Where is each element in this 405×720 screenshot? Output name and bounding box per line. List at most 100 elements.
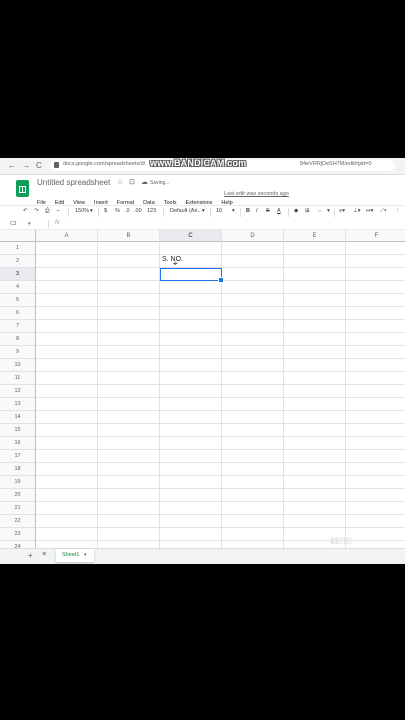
text-rotation-icon[interactable]: ⟋▾: [380, 208, 387, 215]
row-header-3[interactable]: 3: [0, 268, 36, 281]
zoom-select[interactable]: 150%: [75, 208, 89, 214]
column-gridline: [159, 242, 160, 548]
row-header-4[interactable]: 4: [0, 281, 36, 294]
row-header-13[interactable]: 13: [0, 398, 36, 411]
back-icon[interactable]: ←: [8, 160, 16, 171]
url-text: docs.google.com/spreadsheets/d/: [63, 161, 146, 167]
text-wrapping-icon[interactable]: ↦▾: [366, 208, 373, 214]
url-text-tail: 84eVRRjDeSH7M/edit#gid=0: [300, 161, 372, 167]
row-header-17[interactable]: 17: [0, 450, 36, 463]
bandicam-watermark: www.BANDICAM.com: [150, 158, 247, 168]
row-header-11[interactable]: 11: [0, 372, 36, 385]
merge-chevron-down-icon[interactable]: ▾: [327, 208, 330, 214]
toolbar-divider: [98, 208, 99, 217]
sheet-tab-chevron-down-icon[interactable]: ▾: [84, 552, 87, 558]
merge-cells-icon[interactable]: ⇔: [317, 208, 323, 214]
sheets-header: Untitled spreadsheet ☆ ⊡ ☁ Saving... Fil…: [0, 175, 405, 206]
increase-decimal-button[interactable]: .00: [134, 208, 142, 214]
row-header-14[interactable]: 14: [0, 411, 36, 424]
active-cell-selection[interactable]: [160, 268, 224, 283]
sheet-tab[interactable]: Sheet1 ▾: [56, 549, 94, 562]
browser-address-bar: ← → C docs.google.com/spreadsheets/d/ 84…: [0, 158, 405, 175]
column-header-c[interactable]: C: [160, 230, 222, 242]
row-header-22[interactable]: 22: [0, 515, 36, 528]
paint-format-icon[interactable]: ⌐: [57, 208, 60, 214]
row-header-20[interactable]: 20: [0, 489, 36, 502]
row-header-24[interactable]: 24: [0, 541, 36, 548]
toolbar-divider: [240, 208, 241, 217]
toolbar-divider: [288, 208, 289, 217]
document-title[interactable]: Untitled spreadsheet: [37, 178, 110, 187]
borders-icon[interactable]: ⊞: [305, 208, 310, 214]
fill-handle[interactable]: [218, 277, 224, 283]
row-header-15[interactable]: 15: [0, 424, 36, 437]
decrease-decimal-button[interactable]: .0: [125, 208, 130, 214]
horizontal-align-icon[interactable]: ≡▾: [339, 208, 345, 214]
row-header-12[interactable]: 12: [0, 385, 36, 398]
toolbar-divider: [68, 208, 69, 217]
font-size-chevron-down-icon[interactable]: ▾: [232, 208, 235, 214]
sheets-logo-icon[interactable]: [16, 180, 29, 197]
screen-recording-frame: ← → C docs.google.com/spreadsheets/d/ 84…: [0, 158, 405, 564]
row-header-23[interactable]: 23: [0, 528, 36, 541]
column-gridline: [97, 242, 98, 548]
column-header-a[interactable]: A: [36, 230, 98, 242]
row-header-8[interactable]: 8: [0, 333, 36, 346]
row-header-6[interactable]: 6: [0, 307, 36, 320]
toolbar-divider: [210, 208, 211, 217]
column-header-d[interactable]: D: [222, 230, 284, 242]
currency-format-button[interactable]: $: [104, 208, 107, 214]
name-box-chevron-down-icon[interactable]: ▾: [28, 221, 31, 227]
column-header-e[interactable]: E: [284, 230, 346, 242]
menu-bar: File Edit View Insert Format Data Tools …: [37, 191, 237, 206]
move-folder-icon[interactable]: ⊡: [129, 178, 135, 186]
strikethrough-button[interactable]: S: [266, 208, 270, 214]
reload-icon[interactable]: C: [36, 160, 42, 171]
font-select[interactable]: Default (Ari...: [170, 208, 202, 214]
fx-icon: fx: [55, 220, 60, 226]
bold-button[interactable]: B: [246, 208, 250, 214]
column-gridline: [345, 242, 346, 548]
row-header-16[interactable]: 16: [0, 437, 36, 450]
star-icon[interactable]: ☆: [117, 178, 123, 186]
column-header-f[interactable]: F: [346, 230, 405, 242]
row-header-9[interactable]: 9: [0, 346, 36, 359]
select-all-corner[interactable]: [0, 230, 36, 242]
row-header-2[interactable]: 2: [0, 255, 36, 268]
zoom-chevron-down-icon[interactable]: ▾: [90, 208, 93, 214]
lock-icon: [54, 162, 59, 168]
row-header-7[interactable]: 7: [0, 320, 36, 333]
text-color-button[interactable]: A: [277, 208, 281, 214]
print-icon[interactable]: ⎙: [45, 208, 49, 215]
name-box[interactable]: C3: [10, 221, 16, 227]
row-header-10[interactable]: 10: [0, 359, 36, 372]
spreadsheet-grid[interactable]: ABCDEF 1 2 3 4 5 6 7 8 9 10 11 12 13 14 15 16 17 18 19 20 21…: [0, 230, 405, 548]
row-header-21[interactable]: 21: [0, 502, 36, 515]
more-formats-button[interactable]: 123: [147, 208, 156, 214]
row-header-18[interactable]: 18: [0, 463, 36, 476]
font-size-select[interactable]: 10: [216, 208, 222, 214]
font-chevron-down-icon[interactable]: ▾: [202, 208, 205, 214]
row-header-1[interactable]: 1: [0, 242, 36, 255]
percent-format-button[interactable]: %: [115, 208, 120, 214]
column-header-b[interactable]: B: [98, 230, 160, 242]
toolbar: ↶ ↷ ⎙ ⌐ 150% ▾ $ % .0 .00 123 Default (A…: [0, 205, 405, 220]
row-header-5[interactable]: 5: [0, 294, 36, 307]
vertical-align-icon[interactable]: ⊥▾: [353, 208, 361, 214]
redo-icon[interactable]: ↷: [34, 208, 39, 214]
formula-bar: C3 ▾ fx: [0, 219, 405, 230]
italic-button[interactable]: I: [256, 208, 258, 214]
last-edit-link[interactable]: Last edit was seconds ago: [224, 191, 289, 197]
cloud-sync-icon: ☁: [141, 179, 148, 186]
undo-icon[interactable]: ↶: [23, 208, 28, 214]
fill-color-icon[interactable]: ◆: [294, 208, 298, 214]
row-header-19[interactable]: 19: [0, 476, 36, 489]
more-toolbar-icon[interactable]: ⋮: [395, 208, 401, 214]
formula-divider: [48, 220, 49, 228]
toolbar-divider: [163, 208, 164, 217]
add-sheet-button[interactable]: +: [28, 551, 33, 560]
toolbar-divider: [334, 208, 335, 217]
all-sheets-button[interactable]: ≡: [42, 551, 46, 558]
forward-icon[interactable]: →: [22, 160, 30, 171]
column-gridline: [283, 242, 284, 548]
